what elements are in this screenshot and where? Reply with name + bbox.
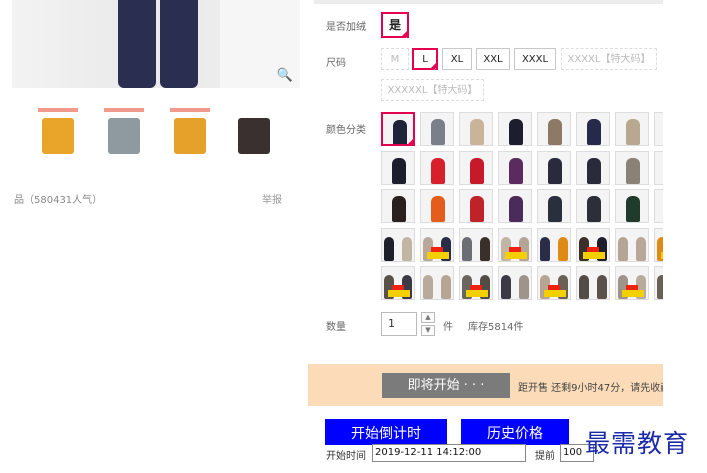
start-time-label: 开始时间: [326, 451, 366, 462]
color-swatch[interactable]: [576, 150, 610, 185]
size-option[interactable]: M: [381, 48, 409, 70]
color-swatch[interactable]: [537, 150, 571, 185]
thumbnail-strip: [14, 104, 284, 162]
thumbnail-3[interactable]: [168, 104, 212, 158]
color-swatch[interactable]: [381, 112, 415, 146]
quantity-label: 数量: [326, 322, 346, 333]
color-swatch[interactable]: [537, 189, 571, 223]
color-swatch[interactable]: [498, 266, 532, 300]
color-swatch[interactable]: [615, 112, 649, 146]
quantity-unit: 件: [443, 322, 453, 333]
color-swatch-grid: [381, 112, 663, 302]
thumbnail-4[interactable]: [232, 104, 276, 158]
color-swatch[interactable]: [615, 150, 649, 185]
color-swatch[interactable]: [459, 266, 493, 300]
size-option[interactable]: XL: [442, 48, 472, 70]
color-swatch[interactable]: [381, 227, 415, 262]
selected-check-icon: [400, 29, 409, 51]
thumbnail-2[interactable]: [102, 104, 146, 158]
color-swatch[interactable]: [537, 112, 571, 146]
fleece-label: 是否加绒: [326, 22, 366, 33]
coming-soon-button[interactable]: 即将开始 · · ·: [382, 373, 510, 398]
color-label: 颜色分类: [326, 125, 366, 136]
color-swatch[interactable]: [459, 189, 493, 223]
color-swatch[interactable]: [537, 266, 571, 300]
color-swatch[interactable]: [381, 150, 415, 185]
color-swatch[interactable]: [576, 189, 610, 223]
watermark-logo: 最需教育: [585, 429, 690, 458]
color-swatch[interactable]: [654, 112, 663, 146]
color-swatch[interactable]: [381, 189, 415, 223]
color-swatch[interactable]: [654, 227, 663, 262]
stock-text: 库存5814件: [468, 322, 524, 333]
start-countdown-button[interactable]: 开始倒计时: [325, 419, 447, 445]
color-swatch[interactable]: [498, 150, 532, 185]
color-swatch[interactable]: [420, 266, 454, 300]
quantity-input[interactable]: 1: [381, 312, 417, 336]
start-time-input[interactable]: 2019-12-11 14:12:00: [372, 444, 526, 462]
size-option[interactable]: L: [412, 48, 438, 81]
color-swatch[interactable]: [576, 266, 610, 300]
color-swatch[interactable]: [498, 189, 532, 223]
color-swatch[interactable]: [498, 112, 532, 146]
color-swatch[interactable]: [615, 189, 649, 223]
color-swatch[interactable]: [459, 227, 493, 262]
product-main-image[interactable]: 🔍: [12, 0, 300, 88]
color-swatch[interactable]: [420, 189, 454, 223]
size-option[interactable]: XXXXL【特大码】: [561, 48, 657, 70]
ahead-label: 提前: [535, 451, 555, 462]
color-swatch[interactable]: [459, 150, 493, 185]
report-link[interactable]: 举报: [262, 191, 282, 206]
product-legs-figure: [114, 0, 202, 88]
color-swatch[interactable]: [615, 227, 649, 262]
quantity-decrease-button[interactable]: ▼: [421, 325, 435, 336]
quantity-increase-button[interactable]: ▲: [421, 312, 435, 323]
color-swatch[interactable]: [654, 189, 663, 223]
fleece-option-yes[interactable]: 是: [381, 12, 409, 51]
color-swatch[interactable]: [498, 227, 532, 262]
size-option[interactable]: XXXXXL【特大码】: [381, 79, 484, 101]
color-swatch[interactable]: [576, 227, 610, 262]
color-swatch[interactable]: [420, 227, 454, 262]
color-swatch[interactable]: [381, 266, 415, 300]
size-option[interactable]: XXXL: [514, 48, 556, 70]
selected-check-icon: [406, 137, 413, 144]
color-swatch[interactable]: [537, 227, 571, 262]
zoom-icon[interactable]: 🔍: [276, 66, 294, 84]
thumbnail-1[interactable]: [36, 104, 80, 158]
popularity-text: 品（580431人气）: [14, 195, 103, 206]
color-swatch[interactable]: [420, 112, 454, 146]
size-option[interactable]: XXL: [476, 48, 510, 70]
top-divider: [314, 0, 663, 4]
color-swatch[interactable]: [654, 150, 663, 185]
price-history-button[interactable]: 历史价格: [461, 419, 569, 445]
presale-countdown-text: 距开售 还剩9小时47分，请先收藏: [518, 383, 663, 394]
color-swatch[interactable]: [576, 112, 610, 146]
color-swatch[interactable]: [459, 112, 493, 146]
color-swatch[interactable]: [654, 266, 663, 300]
color-swatch[interactable]: [420, 150, 454, 185]
size-label: 尺码: [326, 58, 346, 69]
selected-check-icon: [429, 61, 438, 81]
color-swatch[interactable]: [615, 266, 649, 300]
